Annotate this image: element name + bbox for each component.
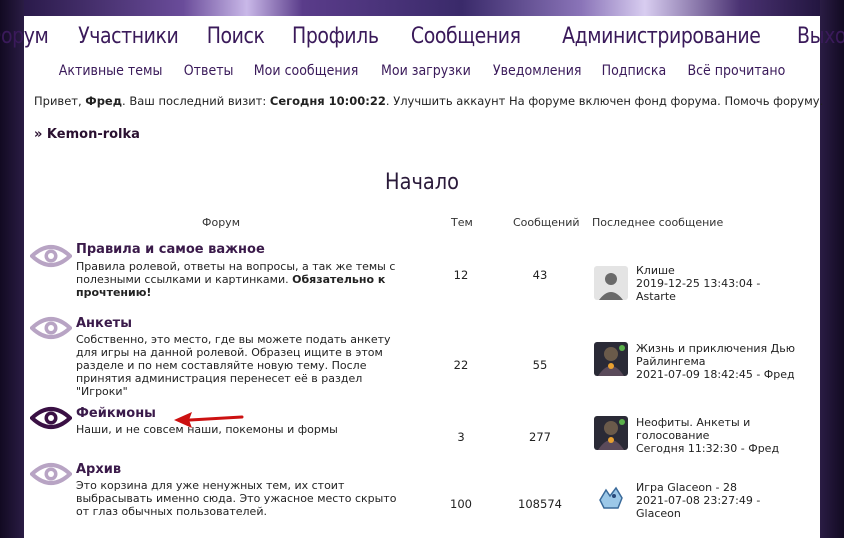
username[interactable]: Фред: [85, 94, 122, 108]
character-avatar[interactable]: [594, 342, 628, 376]
forum-read-eye-icon: [30, 245, 72, 267]
header-topics: Тем: [451, 216, 473, 229]
last-post-info: Неофиты. Анкеты и голосование Сегодня 11…: [636, 416, 826, 455]
subnav-active-topics[interactable]: Активные темы: [59, 63, 163, 79]
posts-count: 277: [529, 430, 551, 444]
subnav-subscription[interactable]: Подписка: [602, 63, 667, 79]
posts-count: 108574: [518, 497, 562, 511]
upgrade-account-link[interactable]: . Улучшить аккаунт: [386, 94, 505, 108]
default-avatar-icon[interactable]: [594, 266, 628, 300]
forum-row: Фейкмоны Наши, и не совсем наши, покемон…: [24, 404, 820, 456]
forum-read-eye-icon: [30, 317, 72, 339]
subnav-replies[interactable]: Ответы: [183, 63, 233, 79]
topics-count: 3: [457, 430, 465, 444]
forum-row: Архив Это корзина для уже ненужных тем, …: [24, 460, 820, 520]
main-nav: Форум Участники Поиск Профиль Сообщения …: [0, 24, 844, 49]
last-post-date: 2019-12-25 13:43:04 -: [636, 277, 761, 290]
forum-description: Собственно, это место, где вы можете под…: [76, 333, 391, 398]
forum-read-eye-icon: [30, 463, 72, 485]
forum-fund-text: На форуме включен фонд форума.: [508, 94, 721, 108]
forum-title-link[interactable]: Архив: [76, 462, 121, 477]
subnav-my-uploads[interactable]: Мои загрузки: [381, 63, 471, 79]
nav-search[interactable]: Поиск: [207, 24, 265, 49]
nav-forum[interactable]: Форум: [0, 24, 49, 49]
posts-count: 55: [532, 358, 548, 372]
subnav-mark-all-read[interactable]: Всё прочитано: [687, 63, 785, 79]
nav-admin[interactable]: Администрирование: [562, 24, 761, 49]
sub-nav: Активные темы Ответы Мои сообщения Мои з…: [24, 63, 820, 79]
nav-members[interactable]: Участники: [78, 24, 179, 49]
last-post-info: Жизнь и приключения Дью Райлингема 2021-…: [636, 342, 826, 381]
nav-logout[interactable]: Выход: [797, 24, 844, 49]
forum-description: Это корзина для уже ненужных тем, их сто…: [76, 479, 397, 518]
subnav-my-posts[interactable]: Мои сообщения: [254, 63, 359, 79]
last-post-title[interactable]: Жизнь и приключения Дью Райлингема: [636, 342, 826, 368]
page-content: Форум Участники Поиск Профиль Сообщения …: [0, 16, 844, 538]
topics-count: 12: [453, 268, 469, 282]
forum-description: Правила ролевой, ответы на вопросы, а та…: [76, 260, 396, 299]
last-post-title[interactable]: Клише: [636, 264, 826, 277]
last-post-title[interactable]: Игра Glaceon - 28: [636, 481, 826, 494]
last-post-info: Игра Glaceon - 28 2021-07-08 23:27:49 - …: [636, 481, 826, 520]
greeting-text: Привет,: [34, 94, 82, 108]
forum-unread-eye-icon: [30, 407, 72, 429]
last-post-author[interactable]: Astarte: [636, 290, 826, 303]
section-title: Начало: [385, 170, 459, 195]
last-post-author[interactable]: Glaceon: [636, 507, 826, 520]
glaceon-avatar[interactable]: [594, 480, 628, 514]
red-arrow-annotation: [174, 412, 244, 428]
nav-profile[interactable]: Профиль: [292, 24, 379, 49]
background-left: [0, 0, 24, 538]
header-posts: Сообщений: [513, 216, 580, 229]
nav-messages[interactable]: Сообщения: [411, 24, 521, 49]
topics-count: 100: [450, 497, 472, 511]
forum-row: Правила и самое важное Правила ролевой, …: [24, 242, 820, 306]
last-post-date: 2021-07-08 23:27:49 -: [636, 494, 761, 507]
last-post-title[interactable]: Неофиты. Анкеты и голосование: [636, 416, 826, 442]
forum-title-link[interactable]: Фейкмоны: [76, 406, 156, 421]
header-banner: [24, 0, 820, 16]
header-forum: Форум: [202, 216, 240, 229]
last-post-date: 2021-07-09 18:42:45 - Фред: [636, 368, 795, 381]
help-forum-link[interactable]: Помочь форуму.: [725, 94, 824, 108]
breadcrumb[interactable]: » Kemon-rolka: [34, 127, 140, 142]
last-post-info: Клише 2019-12-25 13:43:04 - Astarte: [636, 264, 826, 303]
last-post-date: Сегодня 11:32:30 - Фред: [636, 442, 780, 455]
subnav-notifications[interactable]: Уведомления: [493, 63, 582, 79]
forum-row: Анкеты Собственно, это место, где вы мож…: [24, 314, 820, 398]
character-avatar[interactable]: [594, 416, 628, 450]
last-visit-time: Сегодня 10:00:22: [269, 94, 386, 108]
forum-title-link[interactable]: Анкеты: [76, 316, 132, 331]
topics-count: 22: [453, 358, 469, 372]
posts-count: 43: [532, 268, 548, 282]
header-last-post: Последнее сообщение: [592, 216, 724, 229]
last-visit-label: . Ваш последний визит:: [122, 94, 267, 108]
forum-title-link[interactable]: Правила и самое важное: [76, 242, 265, 257]
user-bar: Привет, Фред. Ваш последний визит: Сегод…: [34, 94, 823, 108]
